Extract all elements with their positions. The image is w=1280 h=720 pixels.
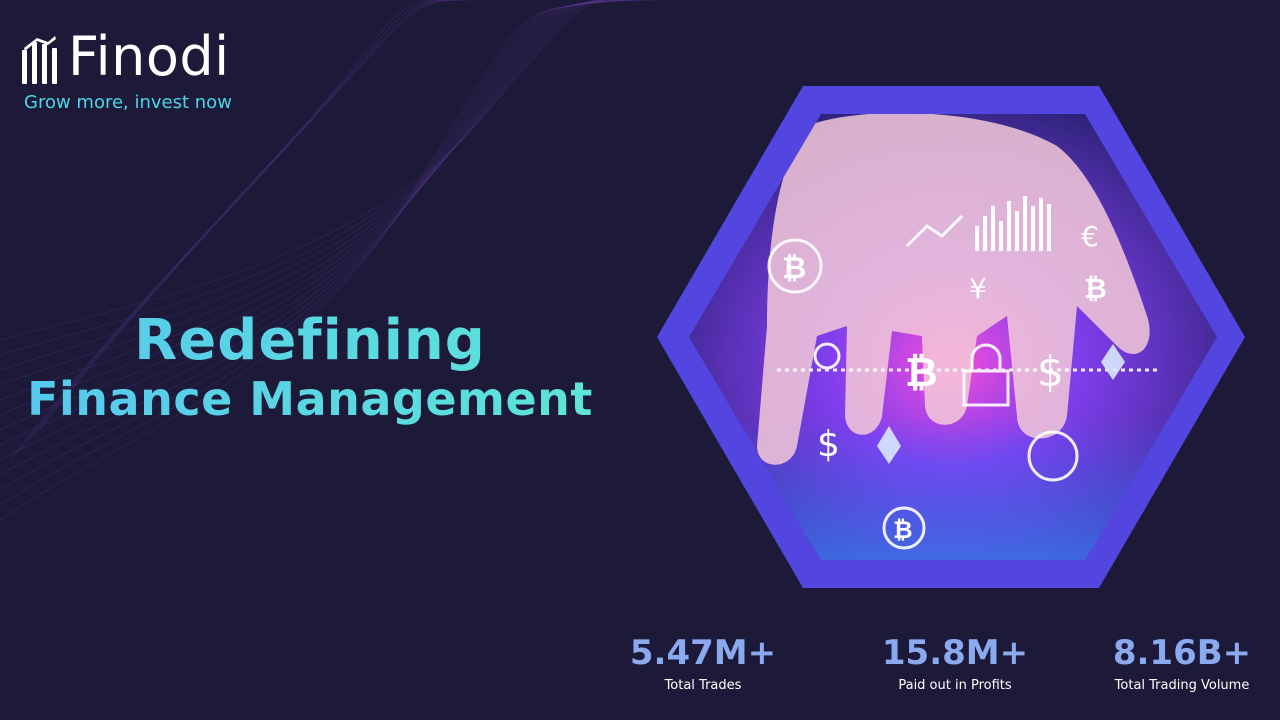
stat-label: Total Trades bbox=[664, 678, 742, 693]
stat-paid-out-profits: 15.8M+ Paid out in Profits bbox=[845, 636, 1065, 693]
hero-title: Redefining Finance Management bbox=[0, 310, 620, 427]
stat-value: 15.8M+ bbox=[881, 633, 1029, 673]
svg-text:₿: ₿ bbox=[1084, 272, 1107, 305]
hero-title-line1: Redefining bbox=[134, 308, 486, 373]
svg-text:$: $ bbox=[817, 424, 840, 465]
brand-name: Finodi bbox=[68, 25, 230, 88]
svg-text:₿: ₿ bbox=[782, 251, 806, 286]
svg-text:₿: ₿ bbox=[893, 516, 913, 544]
stat-total-trades: 5.47M+ Total Trades bbox=[593, 636, 813, 693]
stat-value: 8.16B+ bbox=[1112, 633, 1252, 673]
stat-label: Paid out in Profits bbox=[898, 678, 1012, 693]
svg-text:€: € bbox=[1081, 220, 1099, 253]
brand-tagline: Grow more, invest now bbox=[24, 92, 232, 113]
svg-text:$: $ bbox=[1037, 347, 1064, 396]
hero-image-hexagon: ₿ ₿ ₿ ₿ $ $ ¥ € bbox=[657, 86, 1245, 588]
hero-title-line2: Finance Management bbox=[27, 371, 593, 426]
stats-bar: 5.47M+ Total Trades 15.8M+ Paid out in P… bbox=[600, 636, 1280, 706]
stat-label: Total Trading Volume bbox=[1114, 678, 1250, 693]
svg-text:₿: ₿ bbox=[905, 350, 938, 396]
brand: Finodi Grow more, invest now bbox=[22, 28, 232, 113]
finodi-logo-icon bbox=[22, 36, 57, 84]
stat-value: 5.47M+ bbox=[629, 633, 777, 673]
stat-total-trading-volume: 8.16B+ Total Trading Volume bbox=[1072, 636, 1280, 693]
svg-text:¥: ¥ bbox=[969, 272, 987, 305]
